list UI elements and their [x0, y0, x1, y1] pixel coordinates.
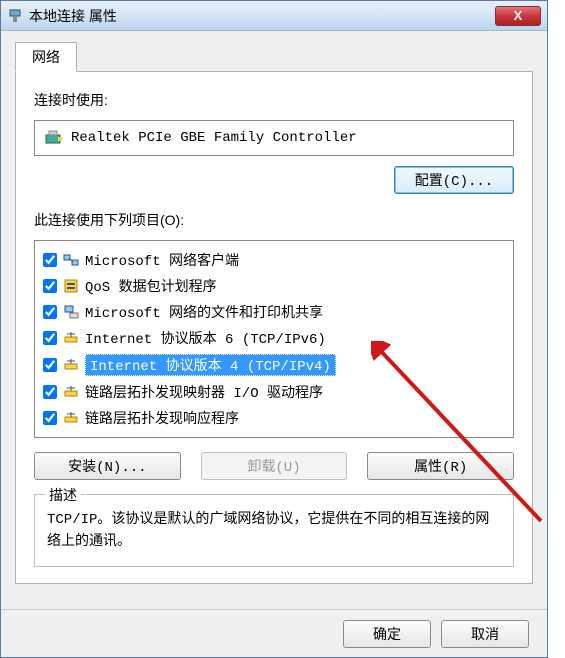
list-item[interactable]: Internet 协议版本 4 (TCP/IPv4): [39, 351, 509, 379]
component-icon: [63, 278, 79, 294]
configure-button[interactable]: 配置(C)...: [394, 166, 514, 194]
list-item[interactable]: QoS 数据包计划程序: [39, 273, 509, 299]
item-checkbox[interactable]: [43, 385, 57, 399]
close-icon: X: [514, 8, 523, 23]
list-item[interactable]: 链路层拓扑发现响应程序: [39, 405, 509, 431]
item-checkbox[interactable]: [43, 358, 57, 372]
items-label: 此连接使用下列项目(O):: [34, 210, 514, 230]
component-icon: [63, 384, 79, 400]
connect-using-label: 连接时使用:: [34, 90, 514, 110]
adapter-box[interactable]: Realtek PCIe GBE Family Controller: [34, 120, 514, 156]
adapter-name: Realtek PCIe GBE Family Controller: [71, 130, 357, 146]
list-item[interactable]: Microsoft 网络客户端: [39, 247, 509, 273]
properties-button[interactable]: 属性(R): [367, 452, 514, 480]
title-bar[interactable]: 本地连接 属性 X: [1, 1, 547, 31]
description-legend: 描述: [45, 485, 81, 505]
component-icon: [63, 304, 79, 320]
network-adapter-icon: [7, 8, 23, 24]
item-checkbox[interactable]: [43, 411, 57, 425]
uninstall-button: 卸载(U): [201, 452, 348, 480]
list-item[interactable]: 链路层拓扑发现映射器 I/O 驱动程序: [39, 379, 509, 405]
install-button[interactable]: 安装(N)...: [34, 452, 181, 480]
item-label: Microsoft 网络的文件和打印机共享: [85, 302, 323, 322]
item-label: Internet 协议版本 4 (TCP/IPv4): [85, 354, 336, 376]
component-icon: [63, 410, 79, 426]
item-checkbox[interactable]: [43, 279, 57, 293]
nic-icon: [45, 129, 63, 147]
item-checkbox[interactable]: [43, 331, 57, 345]
close-button[interactable]: X: [495, 6, 541, 26]
item-label: 链路层拓扑发现响应程序: [85, 408, 239, 428]
item-label: 链路层拓扑发现映射器 I/O 驱动程序: [85, 382, 323, 402]
tab-strip: 网络: [15, 41, 533, 72]
component-icon: [63, 357, 79, 373]
window-title: 本地连接 属性: [29, 6, 495, 26]
item-label: Microsoft 网络客户端: [85, 250, 239, 270]
list-item[interactable]: Microsoft 网络的文件和打印机共享: [39, 299, 509, 325]
list-buttons-row: 安装(N)... 卸载(U) 属性(R): [34, 452, 514, 480]
item-label: Internet 协议版本 6 (TCP/IPv6): [85, 328, 326, 348]
ok-button[interactable]: 确定: [343, 620, 431, 648]
list-item[interactable]: Internet 协议版本 6 (TCP/IPv6): [39, 325, 509, 351]
item-checkbox[interactable]: [43, 253, 57, 267]
component-icon: [63, 252, 79, 268]
dialog-content: 网络 连接时使用: Realtek PCIe GBE Family Contro…: [1, 31, 547, 598]
item-label: QoS 数据包计划程序: [85, 276, 217, 296]
tab-body: 连接时使用: Realtek PCIe GBE Family Controlle…: [15, 72, 533, 584]
description-group: 描述 TCP/IP。该协议是默认的广域网络协议，它提供在不同的相互连接的网络上的…: [34, 494, 514, 567]
properties-dialog: 本地连接 属性 X 网络 连接时使用: Realtek PCIe GBE Fam…: [0, 0, 548, 658]
description-text: TCP/IP。该协议是默认的广域网络协议，它提供在不同的相互连接的网络上的通讯。: [47, 509, 501, 554]
dialog-buttons: 确定 取消: [1, 609, 547, 657]
item-checkbox[interactable]: [43, 305, 57, 319]
components-list[interactable]: Microsoft 网络客户端 QoS 数据包计划程序 Microsoft 网络的文…: [34, 240, 514, 438]
cancel-button[interactable]: 取消: [441, 620, 529, 648]
component-icon: [63, 330, 79, 346]
tab-network[interactable]: 网络: [15, 42, 77, 72]
